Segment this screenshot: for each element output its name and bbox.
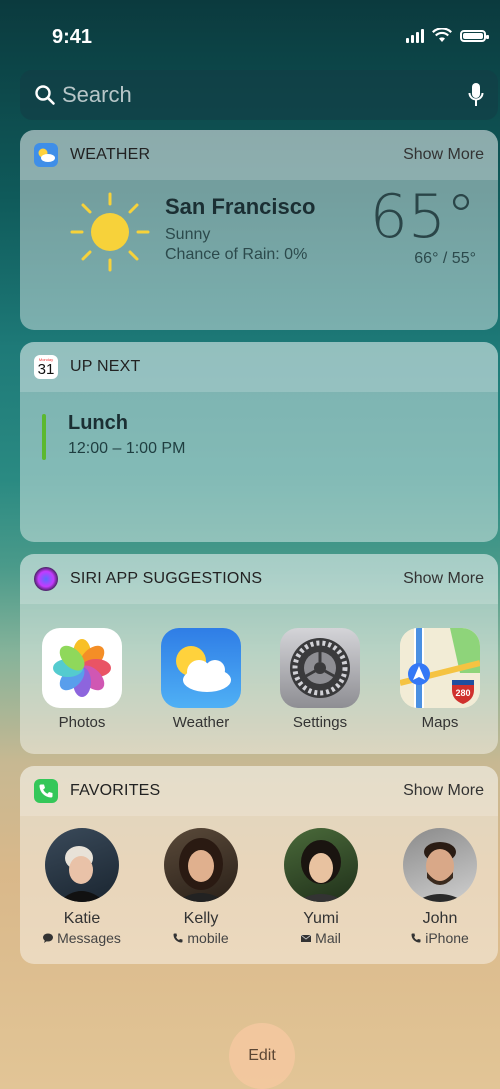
favorite-contact[interactable]: John iPhone [385,828,495,946]
app-weather[interactable]: Weather [151,628,251,731]
settings-gear-icon [280,628,360,708]
search-field[interactable]: Search [20,70,498,120]
upnext-body: Lunch 12:00 – 1:00 PM [20,392,498,542]
weather-show-more-button[interactable]: Show More [403,146,484,164]
weather-rain-chance: Chance of Rain: 0% [165,246,308,263]
weather-widget[interactable]: WEATHER Show More San Francisco Sunny Ch… [20,130,498,330]
favorite-contact[interactable]: Yumi Mail [266,828,376,946]
weather-widget-header: WEATHER Show More [20,130,498,180]
favorite-contact[interactable]: Katie Messages [27,828,137,946]
upnext-widget-header: Monday 31 UP NEXT [20,342,498,392]
weather-app-tile-icon [161,628,241,708]
weather-condition: Sunny [165,226,211,243]
app-settings[interactable]: Settings [270,628,370,731]
event-color-bar [42,414,46,460]
app-maps-label: Maps [421,714,459,731]
favorites-show-more-button[interactable]: Show More [403,782,484,800]
weather-temperature: 65° [369,182,476,252]
app-maps[interactable]: 280 Maps [390,628,490,731]
search-placeholder: Search [62,82,132,107]
photos-icon [42,628,122,708]
favorite-contact[interactable]: Kelly mobile [146,828,256,946]
favorites-widget: FAVORITES Show More Katie Messages Kelly… [20,766,498,964]
favorite-method: mobile [173,930,229,946]
weather-high-low: 66° / 55° [414,250,476,267]
battery-icon [460,29,489,42]
favorite-method-label: Mail [315,930,341,946]
sun-icon [70,192,150,272]
mail-envelope-icon [301,934,312,942]
app-photos[interactable]: Photos [32,628,132,731]
siri-widget-header: SIRI APP SUGGESTIONS Show More [20,554,498,604]
status-icons [406,28,489,43]
phone-icon [173,933,183,943]
wifi-icon [432,28,452,42]
favorite-method-label: Messages [57,930,121,946]
siri-show-more-button[interactable]: Show More [403,570,484,588]
phone-app-icon [34,779,58,803]
weather-body: San Francisco Sunny Chance of Rain: 0% 6… [20,180,498,320]
weather-widget-title: WEATHER [70,146,151,163]
weather-city: San Francisco [165,194,316,219]
status-bar: 9:41 [0,0,500,70]
app-settings-label: Settings [292,714,348,731]
calendar-icon-date: 31 [37,361,55,378]
search-icon [35,85,55,105]
message-bubble-icon [43,933,54,943]
favorite-name: John [422,910,458,927]
siri-widget-title: SIRI APP SUGGESTIONS [70,570,263,587]
microphone-icon[interactable] [468,82,484,108]
calendar-app-icon: Monday 31 [34,355,58,379]
favorites-widget-header: FAVORITES Show More [20,766,498,816]
avatar [45,828,119,902]
today-view: 9:41 Search WEATHER Show More San Franci… [0,0,500,1089]
edit-button[interactable]: Edit [229,1023,295,1089]
favorite-name: Yumi [303,910,339,927]
siri-icon [34,567,58,591]
favorite-method-label: iPhone [425,930,469,946]
cellular-signal-icon [406,28,424,43]
favorite-name: Katie [63,910,101,927]
app-photos-label: Photos [58,714,106,731]
upnext-widget-title: UP NEXT [70,358,141,375]
favorite-method: Mail [301,930,341,946]
favorites-widget-title: FAVORITES [70,782,161,799]
upnext-widget[interactable]: Monday 31 UP NEXT Lunch 12:00 – 1:00 PM [20,342,498,542]
app-weather-label: Weather [172,714,230,731]
avatar [403,828,477,902]
favorite-name: Kelly [183,910,219,927]
avatar [164,828,238,902]
favorite-method: Messages [43,930,121,946]
phone-icon [411,933,421,943]
maps-badge-number: 280 [455,688,470,698]
maps-icon: 280 [400,628,480,708]
favorites-row: Katie Messages Kelly mobile Yumi Mail Jo… [20,816,498,964]
favorite-method-label: mobile [187,930,229,946]
favorite-method: iPhone [411,930,469,946]
weather-app-icon [34,143,58,167]
avatar [284,828,358,902]
event-title[interactable]: Lunch [68,412,128,435]
status-time: 9:41 [52,26,93,48]
siri-suggestions-widget: SIRI APP SUGGESTIONS Show More Photos We… [20,554,498,754]
app-suggestions-row: Photos Weather Settings 280 Maps [20,604,498,754]
event-time: 12:00 – 1:00 PM [68,440,186,457]
